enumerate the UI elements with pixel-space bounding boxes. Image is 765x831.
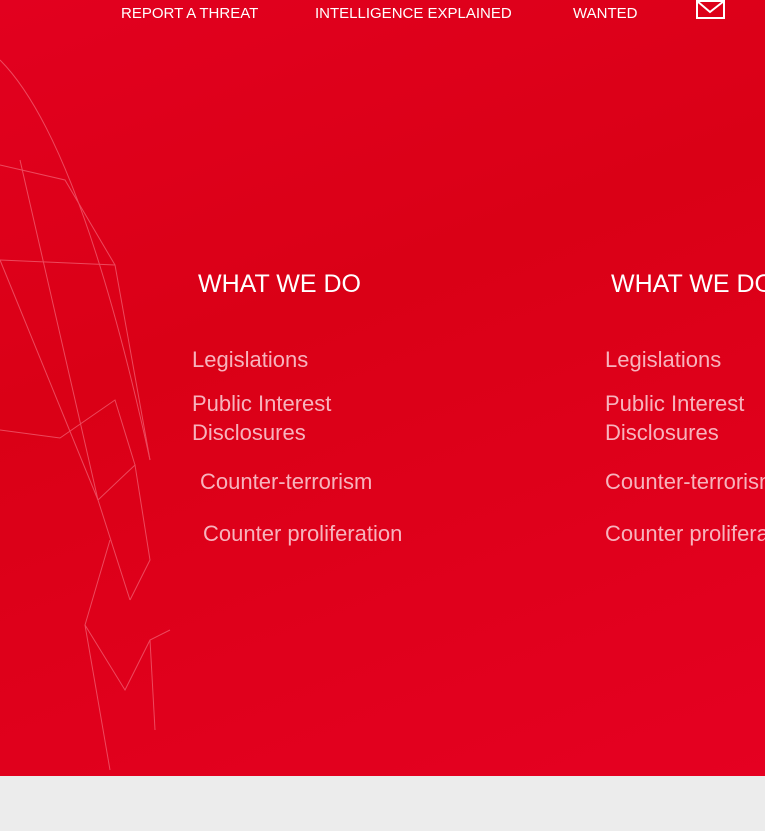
link-disclosures[interactable]: Disclosures [605,418,719,447]
nav-report-a-threat[interactable]: REPORT A THREAT [121,5,258,22]
network-globe-decoration [0,59,171,771]
link-public-interest[interactable]: Public Interest [192,389,331,418]
link-counter-proliferation[interactable]: Counter proliferation [203,519,402,548]
section-title: WHAT WE DO [611,270,765,298]
link-legislations[interactable]: Legislations [605,345,721,374]
nav-wanted[interactable]: WANTED [573,5,637,22]
hero-section: REPORT A THREAT INTELLIGENCE EXPLAINED W… [0,0,765,776]
link-counter-terrorism[interactable]: Counter-terrorism [605,467,765,496]
section-title: WHAT WE DO [198,270,361,298]
link-counter-terrorism[interactable]: Counter-terrorism [200,467,372,496]
link-disclosures[interactable]: Disclosures [192,418,306,447]
link-counter-proliferation[interactable]: Counter proliferation [605,519,765,548]
link-public-interest[interactable]: Public Interest [605,389,744,418]
nav-intelligence-explained[interactable]: INTELLIGENCE EXPLAINED [315,5,512,22]
link-legislations[interactable]: Legislations [192,345,308,374]
envelope-icon[interactable] [696,0,725,19]
